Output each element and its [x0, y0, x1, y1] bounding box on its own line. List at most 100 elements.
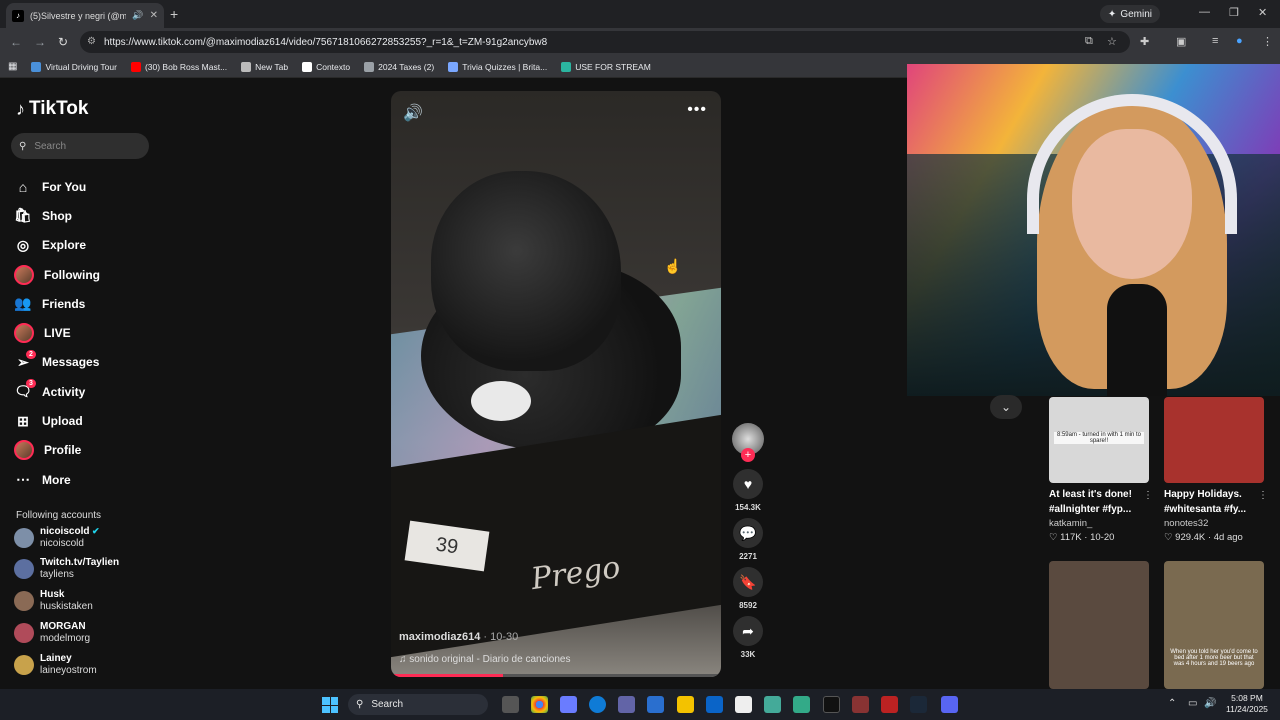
copilot-icon[interactable] [560, 696, 577, 713]
share-button[interactable]: ➦ [733, 616, 763, 646]
steam-icon[interactable] [910, 696, 927, 713]
teams-icon[interactable] [618, 696, 635, 713]
nav-label: More [42, 472, 71, 487]
bookmark-item[interactable]: Virtual Driving Tour [31, 61, 117, 72]
avatar [14, 264, 34, 285]
video-player[interactable]: 39 Prego 🔊 ••• maximodiaz614 · 10-30 ♫ s… [391, 91, 721, 677]
search-input[interactable]: ⚲ Search [11, 133, 149, 159]
minimize-button[interactable]: — [1199, 6, 1210, 18]
video-sound[interactable]: ♫ sonido original - Diario de canciones [399, 654, 570, 665]
forward-button[interactable]: → [34, 35, 46, 49]
nav-item-for-you[interactable]: ⌂ For You [14, 172, 100, 201]
following-account[interactable]: nicoiscold ✔ nicoiscold [14, 525, 100, 550]
nav-item-messages[interactable]: ➢ 2 Messages [14, 348, 100, 377]
bookmark-icon: 🔖 [739, 573, 757, 590]
sidebar: ♪ TikTok ⚲ Search ⌂ For You 🛍 Shop ◎ Explore F… [0, 80, 160, 689]
close-window-button[interactable]: ✕ [1258, 6, 1267, 19]
bookmark-item[interactable]: Contexto [302, 61, 350, 72]
capcut-icon[interactable] [823, 696, 840, 713]
extensions-icon[interactable]: ✚ [1140, 35, 1149, 48]
nav-item-activity[interactable]: 🗨 3 Activity [14, 377, 100, 406]
app-icon[interactable] [764, 696, 781, 713]
nav-item-more[interactable]: ⋯ More [14, 465, 100, 494]
bookmark-item[interactable]: New Tab [241, 61, 288, 72]
profile-avatar-icon[interactable]: ● [1236, 35, 1243, 47]
clock-date: 11/24/2025 [1226, 704, 1268, 714]
windows-start-icon[interactable] [322, 697, 338, 713]
like-button[interactable]: ♥ [733, 469, 763, 499]
media-controls-icon[interactable]: ≡ [1212, 35, 1218, 47]
restore-button[interactable]: ❐ [1229, 6, 1239, 19]
video-thumbnail[interactable] [1049, 561, 1149, 689]
nav-item-friends[interactable]: 👥 Friends [14, 289, 100, 318]
following-account[interactable]: MORGAN modelmorg [14, 621, 90, 645]
apps-grid-icon[interactable]: ▦ [8, 61, 17, 72]
comment-button[interactable]: 💬 [733, 518, 763, 548]
follow-plus-button[interactable]: + [741, 448, 755, 462]
video-thumbnail[interactable]: 8:59am - turned in with 1 min to spare!! [1049, 397, 1149, 483]
recommended-video[interactable]: 8:59am - turned in with 1 min to spare!!… [1049, 397, 1153, 545]
nav-item-shop[interactable]: 🛍 Shop [14, 201, 100, 230]
system-clock[interactable]: 5:08 PM 11/24/2025 [1226, 693, 1268, 715]
new-tab-button[interactable]: + [170, 6, 178, 22]
store-icon[interactable] [735, 696, 752, 713]
volume-tray-icon[interactable]: 🔊 [1204, 698, 1216, 709]
bookmark-item[interactable]: (30) Bob Ross Mast... [130, 61, 227, 72]
task-view-icon[interactable] [502, 696, 519, 713]
close-tab-icon[interactable]: ✕ [150, 10, 158, 21]
recommended-video[interactable] [1049, 561, 1149, 689]
nav-item-following[interactable]: Following [14, 260, 100, 289]
address-bar[interactable]: ⚙ https://www.tiktok.com/@maximodiaz614/… [80, 31, 1130, 53]
app-icon[interactable] [881, 696, 898, 713]
more-options-icon[interactable]: ⋮ [1143, 490, 1153, 501]
video-progress-bar[interactable] [391, 674, 721, 677]
tray-chevron-icon[interactable]: ⌃ [1168, 698, 1176, 709]
save-button[interactable]: 🔖 [733, 567, 763, 597]
following-account[interactable]: Twitch.tv/Taylien tayliens [14, 557, 119, 581]
browser-tab[interactable]: ♪ (5)Silvestre y negri (@maxim 🔊 ✕ [6, 3, 164, 28]
bookmark-label: Trivia Quizzes | Brita... [462, 61, 548, 72]
reload-button[interactable]: ↻ [58, 35, 68, 49]
file-explorer-icon[interactable] [677, 696, 694, 713]
side-panel-icon[interactable]: ▣ [1176, 35, 1186, 48]
chrome-icon[interactable] [531, 696, 548, 713]
following-account[interactable]: Husk huskistaken [14, 589, 93, 613]
bookmark-star-icon[interactable]: ☆ [1107, 35, 1117, 48]
nav-item-profile[interactable]: Profile [14, 436, 100, 465]
photos-icon[interactable] [647, 696, 664, 713]
discord-icon[interactable] [941, 696, 958, 713]
bookmark-item[interactable]: 2024 Taxes (2) [364, 61, 434, 72]
install-app-icon[interactable]: ⧉ [1085, 35, 1093, 48]
more-options-icon[interactable]: ⋮ [1258, 490, 1268, 501]
share-count: 33K [740, 650, 756, 659]
following-account[interactable]: Lainey laineyostrom [14, 653, 97, 677]
taskbar-search[interactable]: ⚲ Search [348, 694, 488, 715]
edge-icon[interactable] [589, 696, 606, 713]
recommended-video[interactable]: Happy Holidays. #whitesanta #fy... nonote… [1164, 397, 1268, 545]
creator-avatar[interactable]: + [732, 423, 764, 462]
video-thumbnail[interactable] [1164, 397, 1264, 483]
nav-item-explore[interactable]: ◎ Explore [14, 231, 100, 260]
site-info-icon[interactable]: ⚙ [87, 36, 96, 47]
nav-item-live[interactable]: LIVE [14, 318, 100, 347]
speaker-icon[interactable]: 🔊 [132, 10, 143, 21]
bookmark-item[interactable]: Trivia Quizzes | Brita... [448, 61, 548, 72]
more-options-icon[interactable]: ••• [687, 101, 707, 119]
app-icon[interactable] [793, 696, 810, 713]
nav-item-upload[interactable]: ⊞ Upload [14, 406, 100, 435]
gemini-button[interactable]: ✦ Gemini [1099, 5, 1160, 23]
tiktok-logo[interactable]: ♪ TikTok [16, 98, 88, 120]
gemini-label: Gemini [1120, 8, 1152, 20]
network-icon[interactable]: ▭ [1188, 698, 1197, 709]
volume-icon[interactable]: 🔊 [403, 103, 423, 123]
outlook-icon[interactable] [706, 696, 723, 713]
chevron-down-icon[interactable]: ⌄ [990, 395, 1022, 419]
app-icon[interactable] [852, 696, 869, 713]
video-author[interactable]: maximodiaz614 · 10-30 [399, 631, 518, 643]
back-button[interactable]: ← [10, 35, 22, 49]
heart-icon: ♡ [1164, 532, 1176, 543]
menu-kebab-icon[interactable]: ⋮ [1262, 35, 1273, 48]
video-thumbnail[interactable]: When you told her you'd come to bed afte… [1164, 561, 1264, 689]
bookmark-item[interactable]: USE FOR STREAM [561, 61, 651, 72]
recommended-video[interactable]: When you told her you'd come to bed afte… [1164, 561, 1264, 689]
